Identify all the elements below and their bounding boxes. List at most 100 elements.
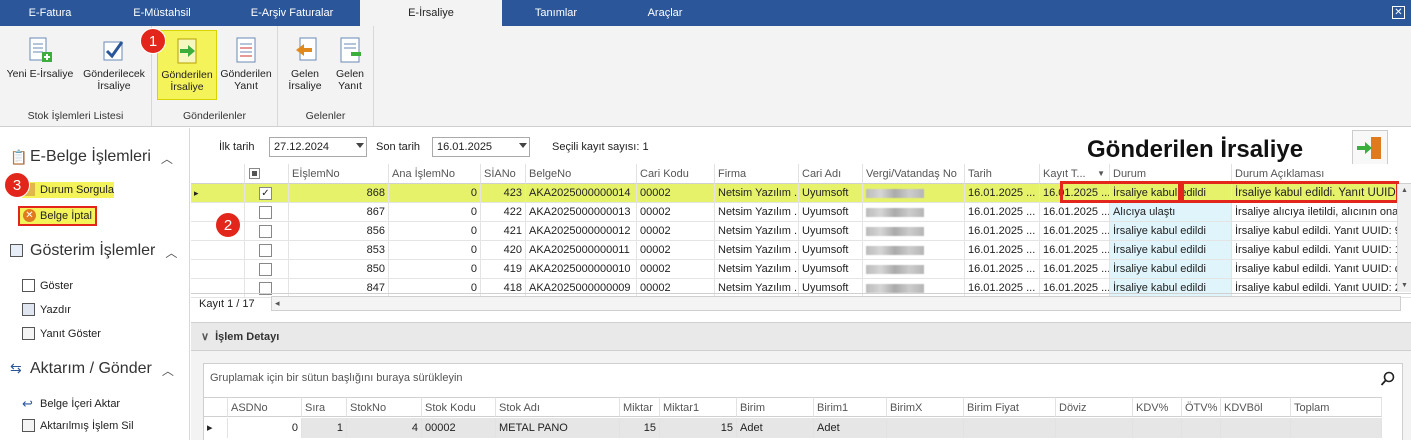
table-row[interactable]: 850 0 419 AKA2025000000010 00002 Netsim Yazıl…	[191, 260, 1411, 279]
check-icon	[103, 41, 124, 61]
column-header-cari-adi[interactable]: Cari Adı	[799, 164, 863, 184]
tab-e-fatura[interactable]: E-Fatura	[0, 0, 100, 26]
window-close-icon[interactable]: ✕	[1392, 6, 1405, 19]
table-row[interactable]: 856 0 421 AKA2025000000012 00002 Netsim Yazıl…	[191, 222, 1411, 241]
row-checkbox[interactable]	[259, 244, 272, 257]
tab-tanimlar[interactable]: Tanımlar	[502, 0, 610, 26]
detail-header-sira[interactable]: Sıra	[302, 397, 347, 417]
detail-header-kdv[interactable]: KDV%	[1133, 397, 1182, 417]
islem-detayi-header[interactable]: ∨ İşlem Detayı	[191, 323, 1411, 351]
tab-e-irsaliye[interactable]: E-İrsaliye	[360, 0, 502, 26]
detail-cell-sira: 1	[302, 418, 347, 438]
son-tarih-input[interactable]: 16.01.2025	[432, 137, 530, 157]
section-aktarim[interactable]: ⇆ Aktarım / Gönder ︿	[10, 360, 174, 378]
tab-e-mustahsil[interactable]: E-Müstahsil	[100, 0, 224, 26]
chevron-up-icon[interactable]: ︿	[162, 362, 174, 379]
tab-araclar[interactable]: Araçlar	[610, 0, 720, 26]
detail-header-stok-kodu[interactable]: Stok Kodu	[422, 397, 496, 417]
belge-iceri-aktar-label: Belge İçeri Aktar	[40, 398, 121, 410]
detail-header-otv[interactable]: ÖTV%	[1182, 397, 1221, 417]
grid-vertical-scrollbar[interactable]: ▲ ▼	[1397, 184, 1411, 292]
detail-header-miktar1[interactable]: Miktar1	[660, 397, 737, 417]
aktarilmis-sil-item[interactable]: Aktarılmış İşlem Sil	[22, 418, 134, 434]
belge-iptal-label: Belge İptal	[40, 210, 92, 222]
yanit-goster-item[interactable]: Yanıt Göster	[22, 326, 101, 342]
column-header-ana-islemno[interactable]: Ana İşlemNo	[389, 164, 481, 184]
row-select-cell[interactable]	[245, 203, 289, 222]
scroll-down-icon[interactable]: ▼	[1401, 282, 1408, 289]
yeni-e-irsaliye-button[interactable]: Yeni E-İrsaliye	[4, 30, 76, 100]
chevron-down-icon[interactable]: ∨	[201, 331, 209, 343]
gelen-label-1: Gelen	[290, 68, 320, 80]
row-checkbox[interactable]	[259, 263, 272, 276]
dropdown-arrow-icon[interactable]	[519, 143, 527, 148]
durum-sorgula-item[interactable]: Durum Sorgula	[22, 182, 114, 198]
detail-header-birim-fiyat[interactable]: Birim Fiyat	[964, 397, 1056, 417]
gelen-yanit-button[interactable]: Gelen Yanıt	[328, 30, 372, 100]
cell-belgeno: AKA2025000000014	[526, 184, 637, 203]
row-select-cell[interactable]: ✓	[245, 184, 289, 203]
detail-header-doviz[interactable]: Döviz	[1056, 397, 1133, 417]
detail-header-stok-adi[interactable]: Stok Adı	[496, 397, 620, 417]
ilk-tarih-input[interactable]: 27.12.2024	[269, 137, 367, 157]
redacted-blur	[866, 246, 924, 255]
yazdir-item[interactable]: Yazdır	[22, 302, 71, 318]
horizontal-scrollbar[interactable]: ◂	[271, 296, 1401, 311]
row-select-cell[interactable]	[245, 222, 289, 241]
row-checkbox[interactable]: ✓	[259, 187, 272, 200]
detail-header-birim[interactable]: Birim	[737, 397, 814, 417]
gonderilen-yanit-button[interactable]: Gönderilen Yanıt	[218, 30, 274, 100]
section-gosterim-label: Gösterim İşlemler	[30, 242, 156, 259]
belge-iceri-aktar-item[interactable]: ↩ Belge İçeri Aktar	[22, 396, 120, 412]
column-header-eislemno[interactable]: EİşlemNo	[289, 164, 389, 184]
chevron-up-icon[interactable]: ︿	[161, 150, 173, 167]
printer-icon	[22, 303, 35, 316]
goster-item[interactable]: Göster	[22, 278, 73, 294]
column-header-belgeno[interactable]: BelgeNo	[526, 164, 637, 184]
cell-firma: Netsim Yazılım ...	[715, 241, 799, 260]
scroll-up-icon[interactable]: ▲	[1401, 187, 1408, 194]
detail-header-birim1[interactable]: Birim1	[814, 397, 887, 417]
detail-header-toplam[interactable]: Toplam	[1291, 397, 1382, 417]
detail-cell-kdvbol	[1221, 418, 1291, 438]
scroll-left-icon[interactable]: ◂	[275, 298, 280, 309]
detail-header-kdvbol[interactable]: KDVBöl	[1221, 397, 1291, 417]
column-header-cari-kodu[interactable]: Cari Kodu	[637, 164, 715, 184]
row-checkbox[interactable]	[259, 225, 272, 238]
row-select-cell[interactable]	[245, 260, 289, 279]
column-header-vergi-no[interactable]: Vergi/Vatandaş No	[863, 164, 965, 184]
cell-vergi-no-redacted	[863, 222, 965, 241]
belge-iptal-item[interactable]: ✕ Belge İptal	[18, 206, 97, 226]
exit-button[interactable]	[1352, 130, 1388, 166]
section-e-belge[interactable]: 📋 E-Belge İşlemleri ︿	[10, 148, 173, 166]
row-checkbox[interactable]	[259, 206, 272, 219]
cell-durum-aciklamasi: İrsaliye kabul edildi. Yanıt UUID: 1e3c4…	[1232, 241, 1411, 260]
select-all-header[interactable]	[245, 164, 289, 184]
detail-header-stokno[interactable]: StokNo	[347, 397, 422, 417]
table-row[interactable]: 867 0 422 AKA2025000000013 00002 Netsim Yazıl…	[191, 203, 1411, 222]
search-icon[interactable]	[1380, 371, 1396, 387]
delete-icon	[22, 419, 35, 432]
goster-label: Göster	[40, 280, 74, 292]
detail-header-asdno[interactable]: ASDNo	[228, 397, 302, 417]
column-header-siano[interactable]: SİANo	[481, 164, 526, 184]
detail-cell-stokno: 4	[347, 418, 422, 438]
column-header-firma[interactable]: Firma	[715, 164, 799, 184]
monitor-icon	[10, 244, 23, 257]
detail-cell-miktar: 15	[620, 418, 660, 438]
chevron-up-icon[interactable]: ︿	[165, 244, 177, 261]
cell-firma: Netsim Yazılım ...	[715, 184, 799, 203]
detail-header-birimx[interactable]: BirimX	[887, 397, 964, 417]
table-row[interactable]: 853 0 420 AKA2025000000011 00002 Netsim Yazıl…	[191, 241, 1411, 260]
gelen-irsaliye-button[interactable]: Gelen İrsaliye	[282, 30, 328, 100]
dropdown-arrow-icon[interactable]	[356, 143, 364, 148]
group-panel-hint[interactable]: Gruplamak için bir sütun başlığını buray…	[210, 372, 463, 384]
column-header-tarih[interactable]: Tarih	[965, 164, 1040, 184]
row-select-cell[interactable]	[245, 241, 289, 260]
tab-e-arsiv[interactable]: E-Arşiv Faturalar	[224, 0, 360, 26]
row-indicator: ▸	[191, 184, 245, 203]
detail-cell-asdno[interactable]: 0	[228, 418, 302, 438]
detail-header-miktar[interactable]: Miktar	[620, 397, 660, 417]
section-gosterim[interactable]: Gösterim İşlemler ︿	[10, 242, 177, 260]
gonderilen-irsaliye-button[interactable]: Gönderilen İrsaliye	[157, 30, 217, 100]
